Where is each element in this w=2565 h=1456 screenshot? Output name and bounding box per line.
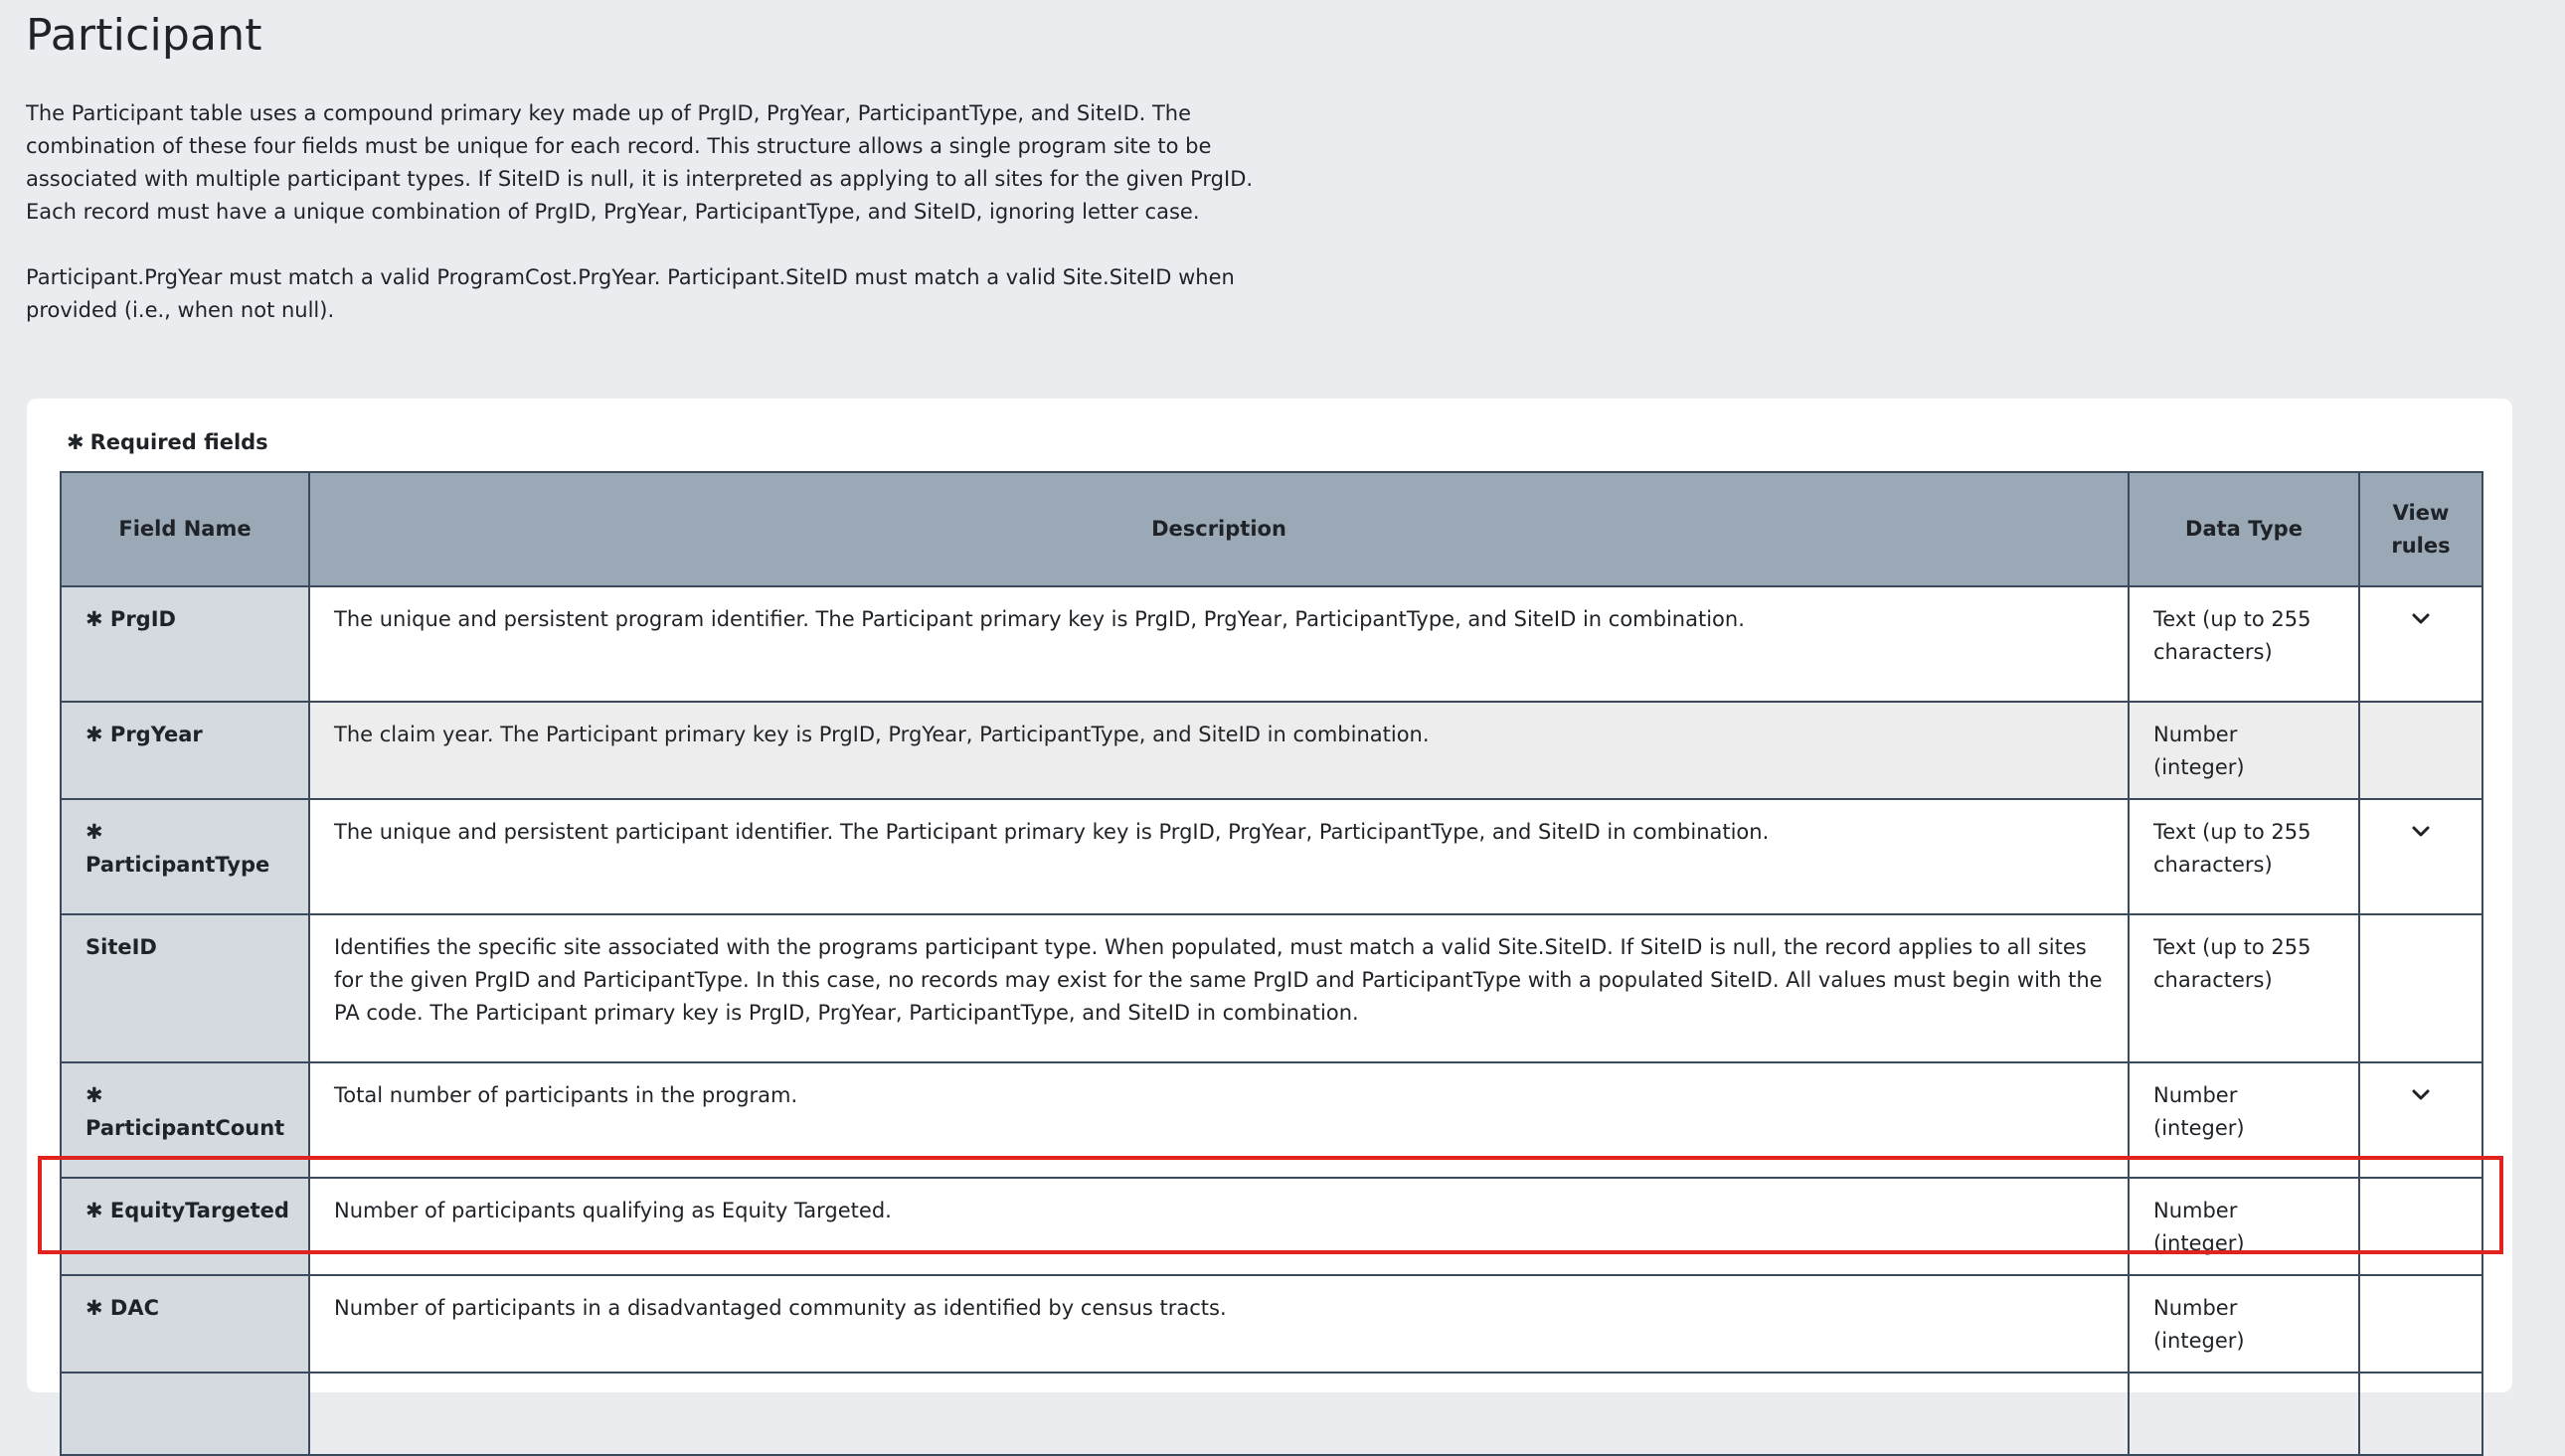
required-asterisk-icon: ✱ — [86, 723, 103, 746]
field-name-cell: ✱ ParticipantType — [60, 798, 310, 915]
view-rules-cell — [2358, 798, 2483, 915]
field-name-cell: ✱ EquityTargeted — [60, 1177, 310, 1276]
field-name-cell: ✱ PrgID — [60, 585, 310, 703]
field-description: The claim year. The Participant primary … — [308, 701, 2130, 800]
table-row: ✱ PrgYear The claim year. The Participan… — [60, 701, 2483, 800]
table-row: ✱ PrgID The unique and persistent progra… — [60, 585, 2483, 703]
table-row: ✱ DAC Number of participants in a disadv… — [60, 1274, 2483, 1374]
view-rules-cell — [2358, 913, 2483, 1063]
required-fields-legend: ✱ Required fields — [67, 430, 268, 454]
required-fields-label: Required fields — [89, 430, 268, 454]
intro-paragraph-2: Participant.PrgYear must match a valid P… — [26, 265, 1235, 322]
field-data-type: Text (up to 255 characters) — [2128, 913, 2360, 1063]
field-name-cell: SiteID — [60, 913, 310, 1063]
chevron-down-icon[interactable] — [2409, 820, 2433, 844]
field-description: Identifies the specific site associated … — [308, 913, 2130, 1063]
view-rules-cell — [2358, 701, 2483, 800]
view-rules-cell — [2358, 1177, 2483, 1276]
table-row: SiteID Identifies the specific site asso… — [60, 913, 2483, 1063]
required-asterisk-icon: ✱ — [86, 1083, 103, 1107]
page-title: Participant — [26, 10, 262, 61]
field-description: Total number of participants in the prog… — [308, 1061, 2130, 1179]
fields-table: Field Name Description Data Type View ru… — [60, 471, 2483, 1456]
field-description: The unique and persistent participant id… — [308, 798, 2130, 915]
chevron-down-icon[interactable] — [2409, 1083, 2433, 1107]
field-description — [308, 1372, 2130, 1456]
field-data-type: Text (up to 255 characters) — [2128, 798, 2360, 915]
field-name-cell: ✱ DAC — [60, 1274, 310, 1374]
view-rules-cell — [2358, 1061, 2483, 1179]
field-name: SiteID — [86, 935, 157, 959]
table-row: ✱ ParticipantCount Total number of partic… — [60, 1061, 2483, 1179]
field-name: DAC — [109, 1296, 160, 1320]
table-row: ✱ ParticipantType The unique and persiste… — [60, 798, 2483, 915]
required-asterisk-icon: ✱ — [86, 607, 103, 631]
required-asterisk-icon: ✱ — [86, 820, 103, 844]
column-header-field-name: Field Name — [60, 471, 310, 587]
column-header-view-rules: View rules — [2358, 471, 2483, 587]
intro-paragraph-1: The Participant table uses a compound pr… — [26, 101, 1254, 224]
view-rules-cell — [2358, 585, 2483, 703]
field-name-cell — [60, 1372, 310, 1456]
field-data-type: Number (integer) — [2128, 1061, 2360, 1179]
required-asterisk-icon: ✱ — [67, 430, 85, 454]
intro-text: The Participant table uses a compound pr… — [26, 97, 1259, 360]
field-name: EquityTargeted — [109, 1199, 289, 1222]
field-data-type: Text (up to 255 characters) — [2128, 585, 2360, 703]
table-row: ✱ EquityTargeted Number of participants … — [60, 1177, 2483, 1276]
field-data-type: Number (integer) — [2128, 701, 2360, 800]
field-description: Number of participants qualifying as Equ… — [308, 1177, 2130, 1276]
field-data-type — [2128, 1372, 2360, 1456]
field-name: PrgID — [109, 607, 176, 631]
field-data-type: Number (integer) — [2128, 1274, 2360, 1374]
table-header-row: Field Name Description Data Type View ru… — [60, 471, 2483, 587]
field-description: The unique and persistent program identi… — [308, 585, 2130, 703]
field-name-cell: ✱ ParticipantCount — [60, 1061, 310, 1179]
chevron-down-icon[interactable] — [2409, 607, 2433, 631]
required-asterisk-icon: ✱ — [86, 1296, 103, 1320]
field-description: Number of participants in a disadvantage… — [308, 1274, 2130, 1374]
field-name: PrgYear — [109, 723, 203, 746]
required-asterisk-icon: ✱ — [86, 1199, 103, 1222]
fields-card: ✱ Required fields Field Name Description … — [27, 399, 2512, 1456]
view-rules-cell — [2358, 1372, 2483, 1456]
field-name-cell: ✱ PrgYear — [60, 701, 310, 800]
field-data-type: Number (integer) — [2128, 1177, 2360, 1276]
view-rules-cell — [2358, 1274, 2483, 1374]
field-name: ParticipantCount — [86, 1116, 285, 1140]
table-row — [60, 1372, 2483, 1456]
column-header-description: Description — [308, 471, 2130, 587]
field-name: ParticipantType — [86, 853, 270, 877]
column-header-data-type: Data Type — [2128, 471, 2360, 587]
